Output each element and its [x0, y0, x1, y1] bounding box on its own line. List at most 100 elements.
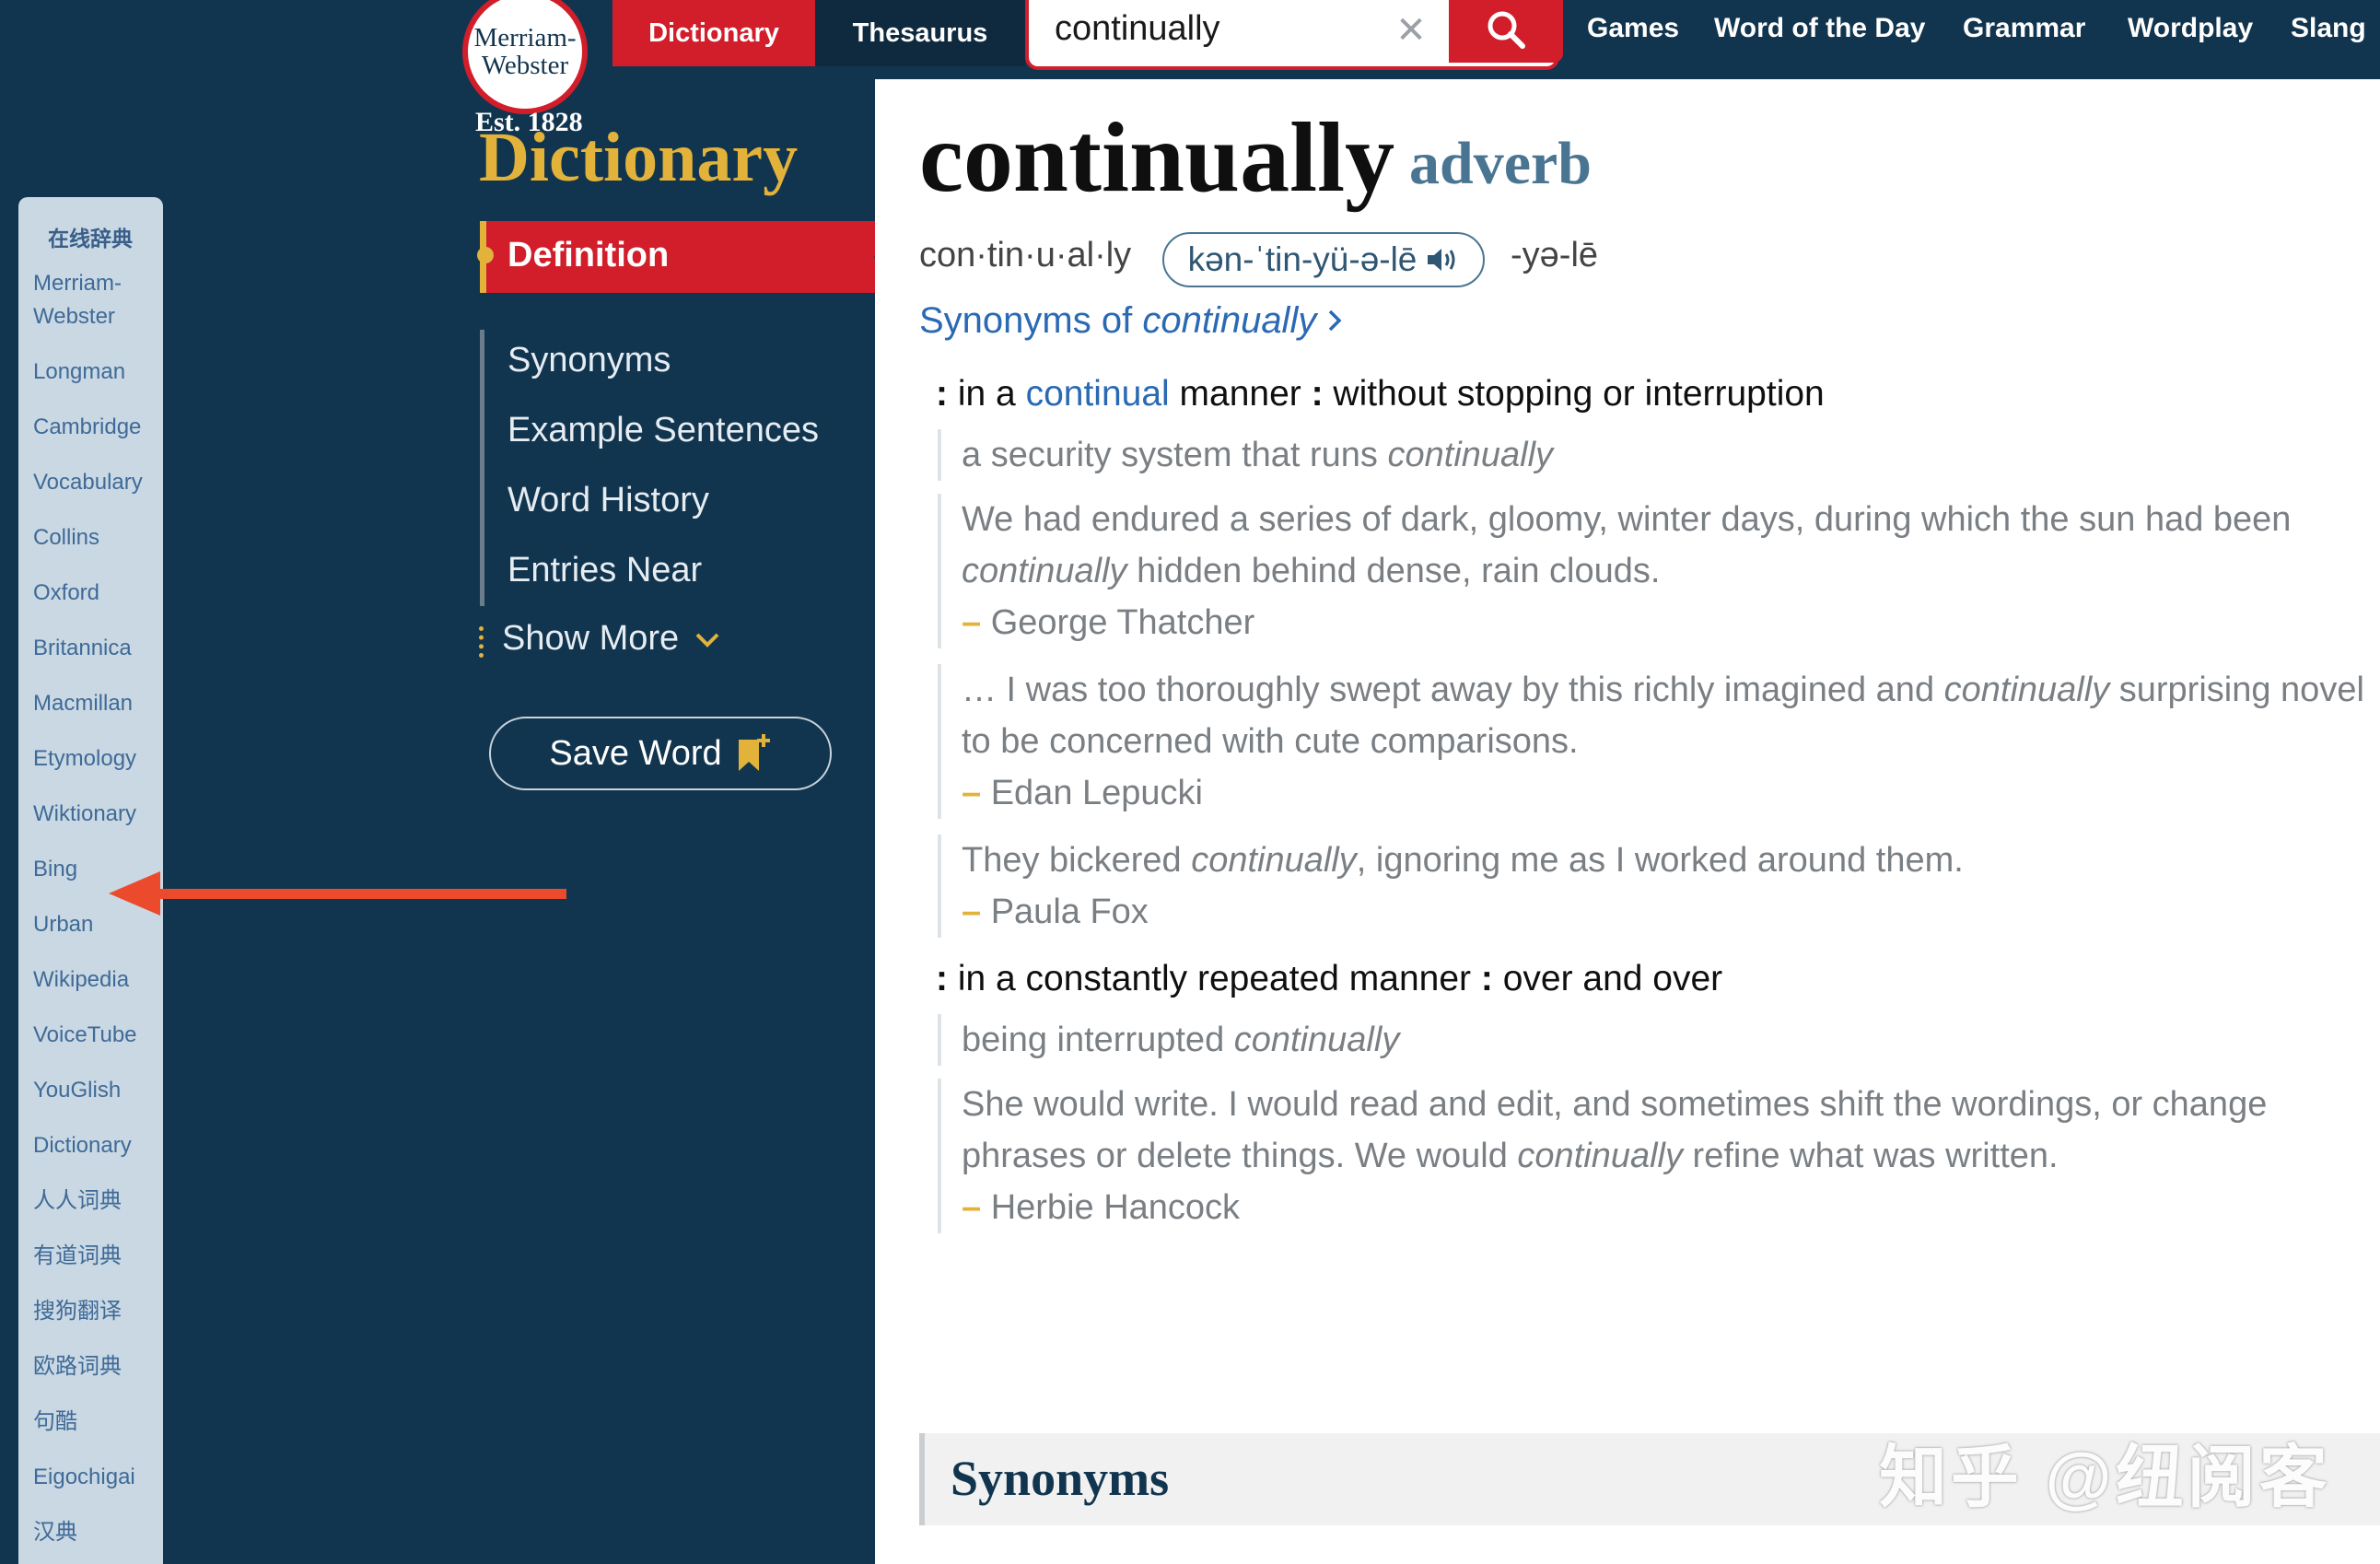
sense-2: : in a constantly repeated manner : over… [936, 959, 1722, 999]
tab-thesaurus[interactable]: Thesaurus [815, 0, 1025, 66]
example-emphasis: continually [1191, 841, 1357, 880]
pronunciation-button[interactable]: kən-ˈtin-yü-ə-lē [1162, 232, 1485, 287]
speaker-icon [1428, 249, 1455, 271]
search-icon [1488, 11, 1525, 49]
sidebar-item-vocabulary[interactable]: Vocabulary [33, 466, 162, 499]
cross-reference-link[interactable]: continual [1026, 374, 1170, 414]
sidebar-item-britannica[interactable]: Britannica [33, 632, 162, 665]
sidebar-item-oxford[interactable]: Oxford [33, 577, 162, 610]
sense-colon: : [1311, 374, 1324, 414]
alternate-pronunciation: -yə-lē [1511, 236, 1599, 274]
sense-colon: : [936, 959, 948, 998]
sidebar-item-renren[interactable]: 人人词典 [33, 1185, 162, 1218]
top-navigation-bar: Dictionary Thesaurus ✕ Games Word of the… [0, 0, 2380, 79]
search-box: ✕ [1025, 0, 1563, 70]
synonyms-link[interactable]: Synonyms of continually [919, 300, 1343, 342]
annotation-arrow-line [138, 889, 566, 899]
part-of-speech[interactable]: adverb [1409, 129, 1592, 199]
attribution-author: Paula Fox [990, 893, 1149, 931]
bookmark-plus-icon [738, 734, 770, 771]
nav-item-entries-near[interactable]: Entries Near [508, 551, 702, 590]
save-word-button[interactable]: Save Word [489, 717, 832, 790]
logo-text-line-2: Webster [481, 51, 569, 80]
example-sentence: a security system that runs continually [938, 429, 2374, 481]
dotted-indicator [479, 626, 484, 658]
syllabification: con·tin·u·al·ly [919, 236, 1132, 274]
sidebar-item-longman[interactable]: Longman [33, 356, 162, 389]
sense-1: : in a continual manner : without stoppi… [936, 374, 1825, 414]
sidebar-item-youdao[interactable]: 有道词典 [33, 1240, 162, 1273]
sidebar-item-handian[interactable]: 汉典 [33, 1516, 162, 1549]
example-emphasis: continually [1387, 436, 1554, 474]
example-sentence: We had endured a series of dark, gloomy,… [938, 494, 2374, 648]
example-sentence: being interrupted continually [938, 1014, 2374, 1066]
example-text: They bickered [962, 841, 1192, 880]
attribution-dash: – [962, 893, 982, 931]
show-more-button[interactable]: Show More [502, 619, 720, 659]
example-text: , ignoring me as I worked around them. [1356, 841, 1964, 880]
sidebar-item-voicetube[interactable]: VoiceTube [33, 1019, 162, 1052]
headword: continually [919, 103, 1395, 213]
attribution-dash: – [962, 603, 982, 642]
nav-link-slang[interactable]: Slang [2291, 13, 2366, 44]
example-text: being interrupted [962, 1021, 1234, 1059]
nav-link-wordplay[interactable]: Wordplay [2128, 13, 2253, 44]
show-more-label: Show More [502, 619, 680, 658]
nav-divider [480, 330, 484, 606]
dictionary-sidebar-heading: 在线辞典 [48, 227, 133, 251]
example-text: a security system that runs [962, 436, 1388, 474]
example-sentence: She would write. I would read and edit, … [938, 1079, 2374, 1233]
sense-colon: : [1480, 959, 1493, 998]
sidebar-item-juku[interactable]: 句酷 [33, 1406, 162, 1439]
sidebar-item-merriam-webster[interactable]: Merriam-Webster [33, 267, 162, 333]
attribution-author: George Thatcher [990, 603, 1255, 642]
sidebar-item-youglish[interactable]: YouGlish [33, 1074, 162, 1107]
example-text: … I was too thoroughly swept away by thi… [962, 671, 1944, 709]
nav-item-example-sentences[interactable]: Example Sentences [508, 411, 819, 450]
attribution-author: Edan Lepucki [990, 774, 1203, 812]
sidebar-item-cambridge[interactable]: Cambridge [33, 411, 162, 444]
sense-colon: : [936, 374, 948, 414]
sense-text: in a [948, 374, 1026, 414]
example-text: We had endured a series of dark, gloomy,… [962, 500, 2292, 539]
synonyms-link-word: continually [1142, 300, 1317, 341]
section-title: Dictionary [479, 119, 799, 196]
tab-dictionary[interactable]: Dictionary [612, 0, 815, 66]
nav-item-definition-label[interactable]: Definition [508, 236, 669, 275]
sense-text: over and over [1492, 959, 1723, 998]
nav-link-grammar[interactable]: Grammar [1963, 13, 2085, 44]
nav-item-word-history[interactable]: Word History [508, 481, 709, 520]
definition-content: continually adverb con·tin·u·al·ly kən-ˈ… [875, 79, 2380, 1564]
nav-item-synonyms[interactable]: Synonyms [508, 341, 671, 380]
sidebar-item-macmillan[interactable]: Macmillan [33, 687, 162, 720]
sidebar-item-collins[interactable]: Collins [33, 521, 162, 554]
example-sentence: They bickered continually, ignoring me a… [938, 835, 2374, 938]
pronunciation-text: kən-ˈtin-yü-ə-lē [1187, 240, 1418, 278]
annotation-arrow-head [109, 871, 160, 916]
nav-link-word-of-the-day[interactable]: Word of the Day [1714, 13, 1925, 44]
sense-text: in a constantly repeated manner [948, 959, 1481, 998]
example-text: hidden behind dense, rain clouds. [1126, 552, 1661, 590]
merriam-webster-logo[interactable]: Merriam- Webster [462, 0, 588, 114]
synonyms-link-prefix: Synonyms of [919, 300, 1143, 341]
search-button[interactable] [1449, 0, 1563, 63]
sidebar-item-etymology[interactable]: Etymology [33, 742, 162, 776]
example-sentence: … I was too thoroughly swept away by thi… [938, 664, 2374, 819]
sidebar-item-wikipedia[interactable]: Wikipedia [33, 963, 162, 997]
active-indicator-dot [477, 247, 494, 263]
example-emphasis: continually [962, 552, 1127, 590]
clear-search-icon[interactable]: ✕ [1388, 7, 1434, 53]
chevron-down-icon [695, 633, 719, 648]
example-emphasis: continually [1517, 1137, 1683, 1175]
example-emphasis: continually [1943, 671, 2110, 709]
sidebar-item-sogou[interactable]: 搜狗翻译 [33, 1295, 162, 1328]
attribution-dash: – [962, 774, 982, 812]
logo-text-line-1: Merriam- [473, 23, 577, 53]
synonyms-heading[interactable]: Synonyms [951, 1450, 1169, 1507]
sidebar-item-wiktionary[interactable]: Wiktionary [33, 798, 162, 831]
chevron-right-icon [1329, 309, 1342, 332]
sidebar-item-eudic[interactable]: 欧路词典 [33, 1350, 162, 1383]
sidebar-item-dictionary[interactable]: Dictionary [33, 1129, 162, 1162]
nav-link-games[interactable]: Games [1587, 13, 1679, 44]
sidebar-item-eigochigai[interactable]: Eigochigai [33, 1461, 162, 1494]
